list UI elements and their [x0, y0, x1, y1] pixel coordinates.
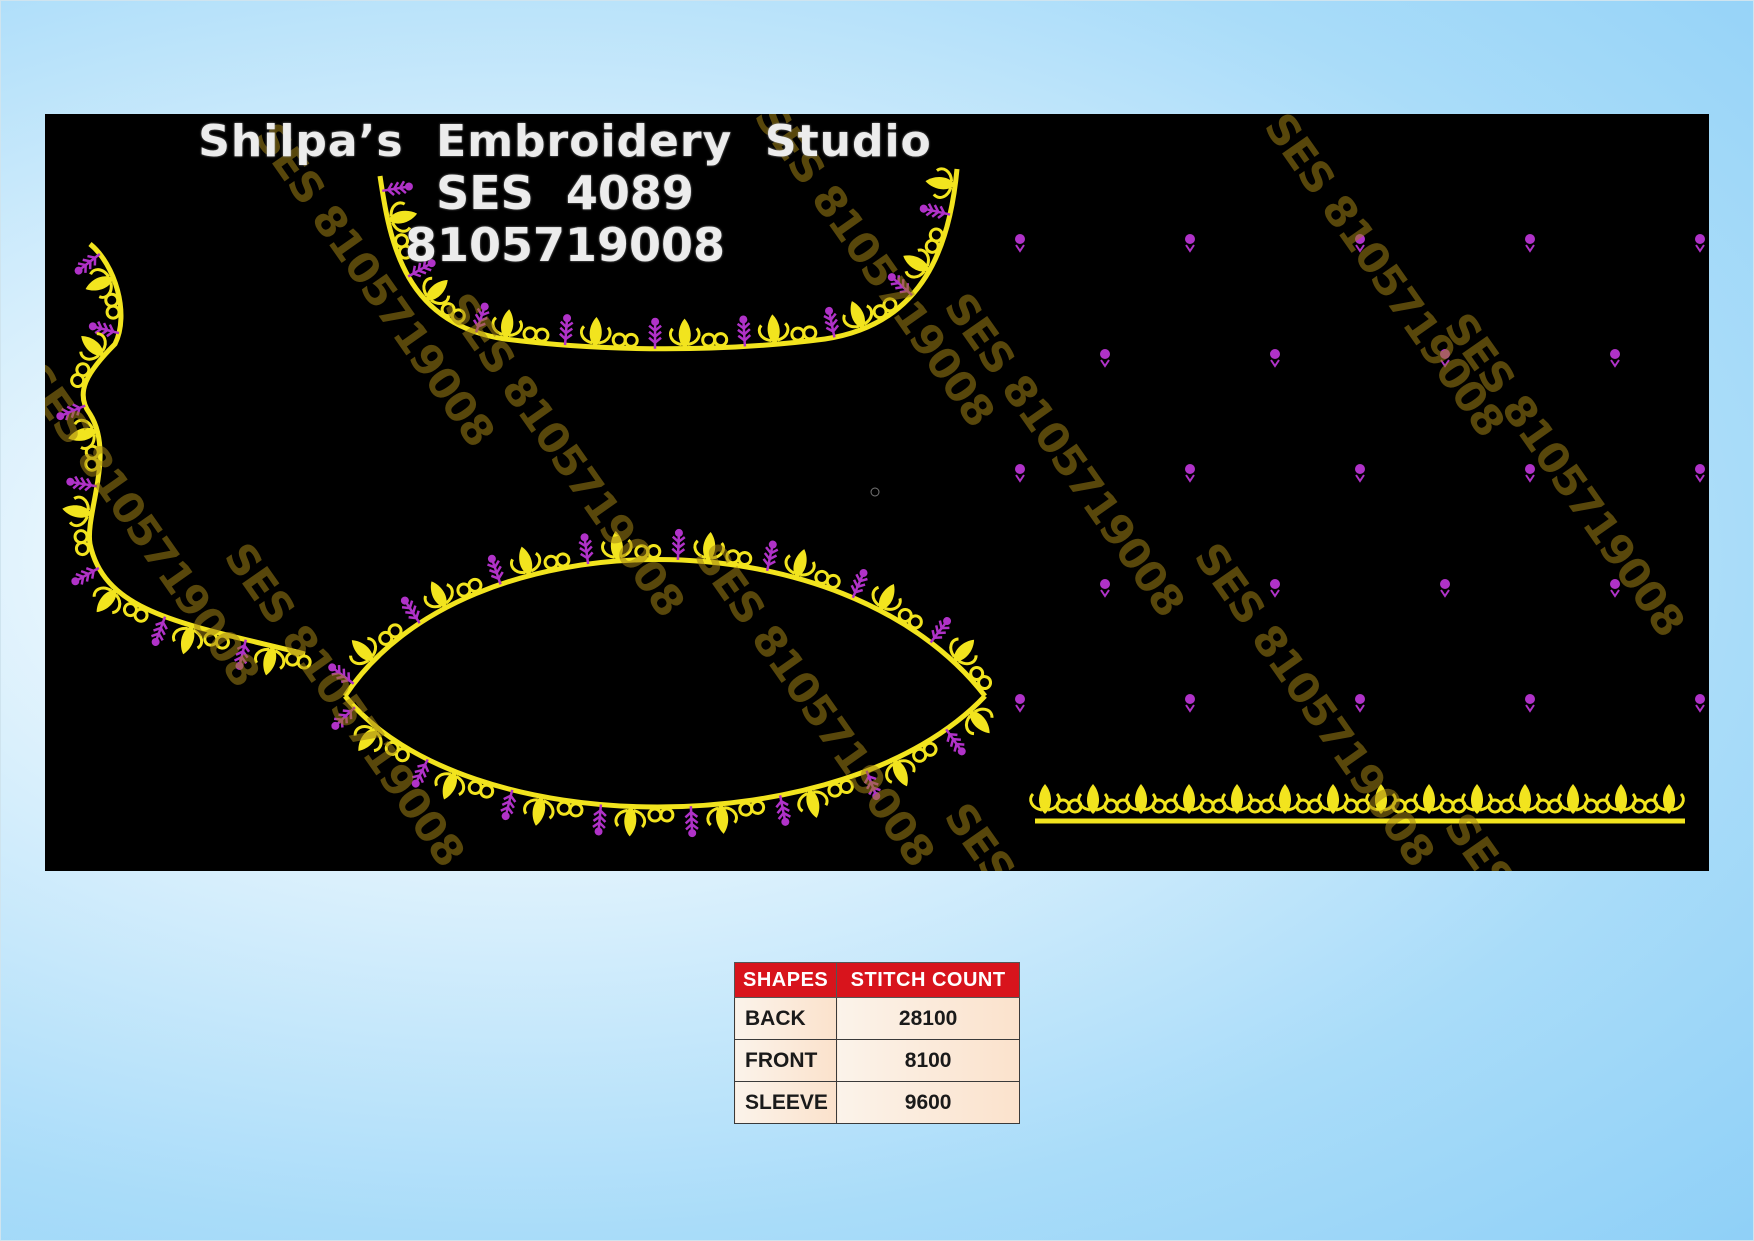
butti-motif	[1185, 694, 1195, 713]
swirl-motif	[556, 800, 584, 818]
swirl-motif	[969, 665, 993, 691]
butti-motif	[1355, 694, 1365, 713]
butti-motif	[1185, 464, 1195, 483]
leaf-motif	[706, 803, 738, 834]
butti-motif	[1015, 464, 1025, 483]
butti-motif	[1440, 579, 1450, 598]
leaf-motif	[668, 318, 701, 349]
leaf-motif	[349, 636, 377, 666]
sprig-motif	[671, 528, 686, 560]
sprig-motif	[929, 617, 952, 644]
leaf-motif	[1557, 784, 1589, 814]
leaf-motif	[1029, 784, 1061, 814]
embroidery-design-panel: SES 8105719008 SES 8105719008 SES 81057190…	[45, 114, 1709, 871]
sprig-motif	[775, 795, 792, 826]
leaf-motif	[1509, 784, 1541, 814]
table-row: FRONT 8100	[733, 1039, 1020, 1082]
table-row: BACK 28100	[733, 997, 1020, 1040]
butti-motif	[1185, 234, 1195, 253]
stitch-count-table: SHAPES STITCH COUNT BACK 28100 FRONT 810…	[733, 962, 1020, 1124]
count-cell: 8100	[836, 1039, 1020, 1082]
shape-cell: FRONT	[733, 1039, 838, 1082]
butti-field	[1015, 234, 1705, 713]
leaf-motif	[423, 581, 454, 609]
butti-motif	[1015, 694, 1025, 713]
shape-cell: SLEEVE	[733, 1081, 838, 1124]
swirl-motif	[647, 807, 675, 823]
table-header-row: SHAPES STITCH COUNT	[733, 962, 1020, 998]
leaf-motif	[757, 314, 790, 345]
butti-motif	[1100, 349, 1110, 368]
stitch-count-header: STITCH COUNT	[836, 962, 1020, 998]
shapes-header: SHAPES	[733, 962, 838, 998]
sprig-motif	[684, 806, 699, 838]
leaf-motif	[1413, 784, 1445, 814]
swirl-motif	[701, 332, 729, 348]
registration-mark	[870, 487, 880, 497]
leaf-motif	[614, 806, 647, 837]
leaf-motif	[1269, 784, 1301, 814]
butti-motif	[1270, 349, 1280, 368]
sprig-motif	[823, 306, 840, 338]
shape-cell: BACK	[733, 997, 838, 1040]
butti-motif	[1695, 464, 1705, 483]
count-cell: 9600	[836, 1081, 1020, 1124]
leaf-motif	[1605, 784, 1637, 814]
table-row: SLEEVE 9600	[733, 1081, 1020, 1124]
swirl-motif	[70, 362, 91, 389]
butti-motif	[1100, 579, 1110, 598]
leaf-motif	[1221, 784, 1253, 814]
count-cell: 28100	[836, 997, 1020, 1040]
leaf-motif	[92, 586, 122, 615]
butti-motif	[1695, 694, 1705, 713]
butti-motif	[1695, 234, 1705, 253]
sprig-motif	[762, 540, 779, 572]
swirl-motif	[738, 799, 766, 817]
sprig-motif	[736, 315, 752, 347]
sprig-motif	[500, 789, 517, 821]
sprig-motif	[559, 314, 574, 346]
design-code: SES 4089	[436, 166, 694, 220]
swirl-motif	[104, 292, 121, 320]
butti-motif	[1270, 579, 1280, 598]
leaf-motif	[1125, 784, 1157, 814]
leaf-motif	[1173, 784, 1205, 814]
leaf-motif	[949, 637, 978, 666]
studio-phone: 8105719008	[404, 218, 726, 272]
swirl-motif	[522, 326, 550, 343]
leaf-motif	[579, 317, 612, 347]
swirl-motif	[378, 623, 403, 646]
swirl-motif	[73, 529, 90, 557]
leaf-motif	[1653, 784, 1685, 814]
swirl-motif	[122, 602, 149, 623]
swirl-motif	[912, 741, 938, 763]
swirl-motif	[790, 325, 818, 342]
sprig-motif	[648, 317, 662, 349]
studio-name: Shilpa’s Embroidery Studio	[198, 116, 932, 167]
butti-motif	[1610, 349, 1620, 368]
butti-motif	[1525, 234, 1535, 253]
swirl-motif	[897, 607, 923, 630]
butti-motif	[1525, 694, 1535, 713]
butti-motif	[1355, 464, 1365, 483]
leaf-motif	[964, 707, 994, 736]
swirl-motif	[611, 332, 639, 348]
leaf-motif	[1077, 784, 1109, 814]
sprig-motif	[592, 804, 607, 836]
